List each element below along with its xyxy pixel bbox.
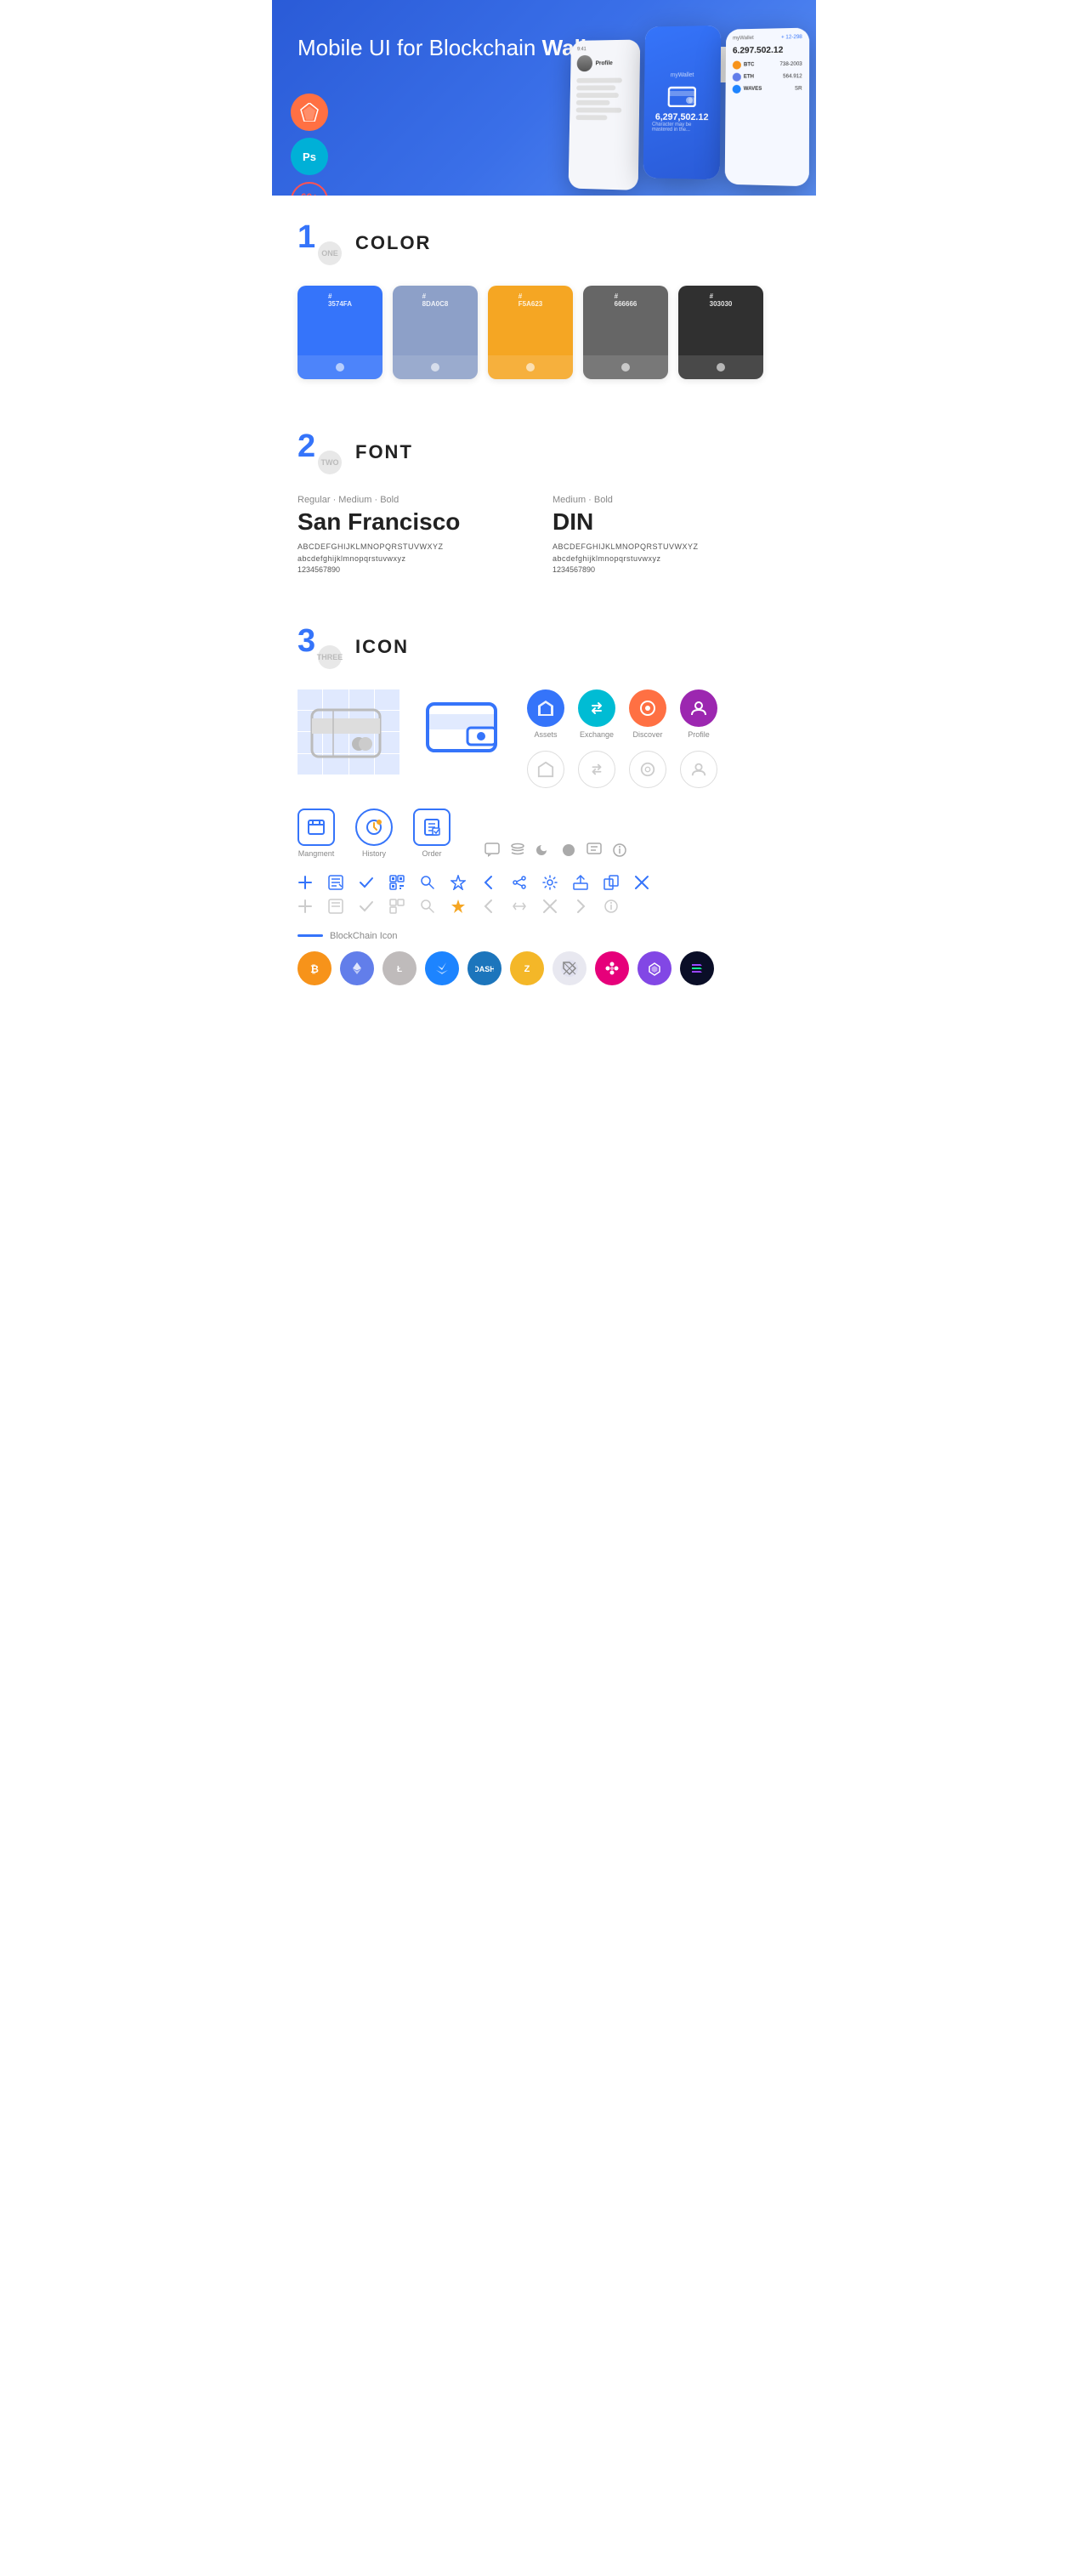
phone-profile: 9:41 Profile (569, 39, 641, 190)
speech-icon (586, 843, 602, 858)
cancel-ghost-icon (542, 899, 558, 914)
ps-badge: Ps (291, 138, 328, 175)
utility-icons-blue-row (298, 875, 790, 890)
resize-icon (604, 875, 619, 890)
share-icon (512, 875, 527, 890)
assets-ghost-icon (527, 751, 564, 788)
section-num-2: 2 TWO (298, 430, 342, 474)
color-swatch-dark-gray: #666666 (583, 286, 668, 379)
screens-badge: 60+ Screens (291, 182, 328, 196)
moon-icon (536, 843, 551, 858)
dash-icon: DASH (468, 951, 502, 985)
font-card-sf: Regular · Medium · Bold San Francisco AB… (298, 495, 536, 574)
color-swatch-orange: #F5A623 (488, 286, 573, 379)
chevron-left-icon (481, 875, 496, 890)
upload-icon (573, 875, 588, 890)
zcash-icon: Z (510, 951, 544, 985)
arrows-ghost-icon (512, 899, 527, 914)
nav-exchange-icon: Exchange (578, 689, 615, 739)
iota-icon (552, 951, 586, 985)
sketch-badge (291, 94, 328, 131)
plus-icon (298, 875, 313, 890)
list-edit-icon (328, 875, 343, 890)
management-icon: Mangment (298, 809, 335, 858)
icon-section-header: 3 THREE ICON (298, 625, 790, 669)
section-num-1: 1 ONE (298, 221, 342, 265)
dot-icon (595, 951, 629, 985)
ltc-icon: Ł (382, 951, 416, 985)
search-ghost-icon (420, 899, 435, 914)
wallet-icon-grid-outline (298, 689, 400, 775)
icon-section: 3 THREE ICON (272, 599, 816, 1011)
close-icon (634, 875, 649, 890)
waves-icon (425, 951, 459, 985)
layers-icon (510, 843, 525, 858)
matic-icon (638, 951, 672, 985)
check-ghost-icon (359, 899, 374, 914)
list-ghost-icon (328, 899, 343, 914)
bottom-nav-icons: Mangment History (298, 809, 790, 858)
exchange-ghost-icon (578, 751, 615, 788)
chevron-ghost-icon (481, 899, 496, 914)
nav-icons-outline-row (527, 751, 717, 788)
btc-icon: ₿ (298, 951, 332, 985)
history-icon: History (355, 809, 393, 858)
star-icon (450, 875, 466, 890)
misc-icon-group (484, 843, 627, 858)
nav-icons-filled-row: Assets Exchange (527, 689, 717, 739)
svg-text:DASH: DASH (475, 965, 494, 973)
qr-ghost-icon (389, 899, 405, 914)
sol-icon (680, 951, 714, 985)
utility-icons-section (298, 875, 790, 914)
phone-mockups: 9:41 Profile myW (568, 0, 816, 196)
nav-profile-icon: Profile (680, 689, 717, 739)
color-section: 1 ONE COLOR #3574FA #8DA0C8 #F5A623 #666… (272, 196, 816, 405)
svg-text:₿: ₿ (310, 963, 319, 975)
discover-ghost-icon (629, 751, 666, 788)
svg-text:Z: Z (524, 964, 530, 974)
color-swatch-gray-blue: #8DA0C8 (393, 286, 478, 379)
utility-icons-gray-row (298, 899, 790, 914)
font-section-header: 2 TWO FONT (298, 430, 790, 474)
info-ghost-icon (604, 899, 619, 914)
color-swatch-blue: #3574FA (298, 286, 382, 379)
font-section: 2 TWO FONT Regular · Medium · Bold San F… (272, 405, 816, 599)
hero-section: Mobile UI for Blockchain Wallet UI Kit P… (272, 0, 816, 196)
nav-icon-rows: Assets Exchange (527, 689, 717, 788)
color-swatches: #3574FA #8DA0C8 #F5A623 #666666 #303030 (298, 286, 790, 379)
phone-wallet: myWallet 6,297,502.12 Character may be m… (643, 26, 722, 180)
hero-badges: Ps 60+ Screens (291, 94, 328, 196)
svg-text:Ł: Ł (397, 965, 402, 974)
chat-icon (484, 843, 500, 858)
circle-icon (561, 843, 576, 858)
profile-ghost-icon (680, 751, 717, 788)
check-icon (359, 875, 374, 890)
eth-icon (340, 951, 374, 985)
blockchain-line-decoration (298, 934, 323, 937)
crypto-icons-row: ₿ Ł (298, 951, 790, 985)
star-active-icon (450, 899, 466, 914)
blockchain-label: BlockChain Icon (298, 931, 790, 941)
color-swatch-black: #303030 (678, 286, 763, 379)
settings-icon (542, 875, 558, 890)
order-icon: Order (413, 809, 450, 858)
font-grid: Regular · Medium · Bold San Francisco AB… (298, 495, 790, 574)
search-icon (420, 875, 435, 890)
wallet-icon-filled (416, 689, 510, 766)
info-icon (612, 843, 627, 858)
phone-crypto: myWallet + 12-298 6.297.502.12 BTC 738-2… (725, 28, 810, 187)
next-ghost-icon (573, 899, 588, 914)
nav-assets-icon: Assets (527, 689, 564, 739)
nav-discover-icon: Discover (629, 689, 666, 739)
font-card-din: Medium · Bold DIN ABCDEFGHIJKLMNOPQRSTUV… (552, 495, 790, 574)
qr-icon (389, 875, 405, 890)
section-num-3: 3 THREE (298, 625, 342, 669)
plus-ghost-icon (298, 899, 313, 914)
color-section-header: 1 ONE COLOR (298, 221, 790, 265)
wallet-icon-showcase: Assets Exchange (298, 689, 790, 788)
